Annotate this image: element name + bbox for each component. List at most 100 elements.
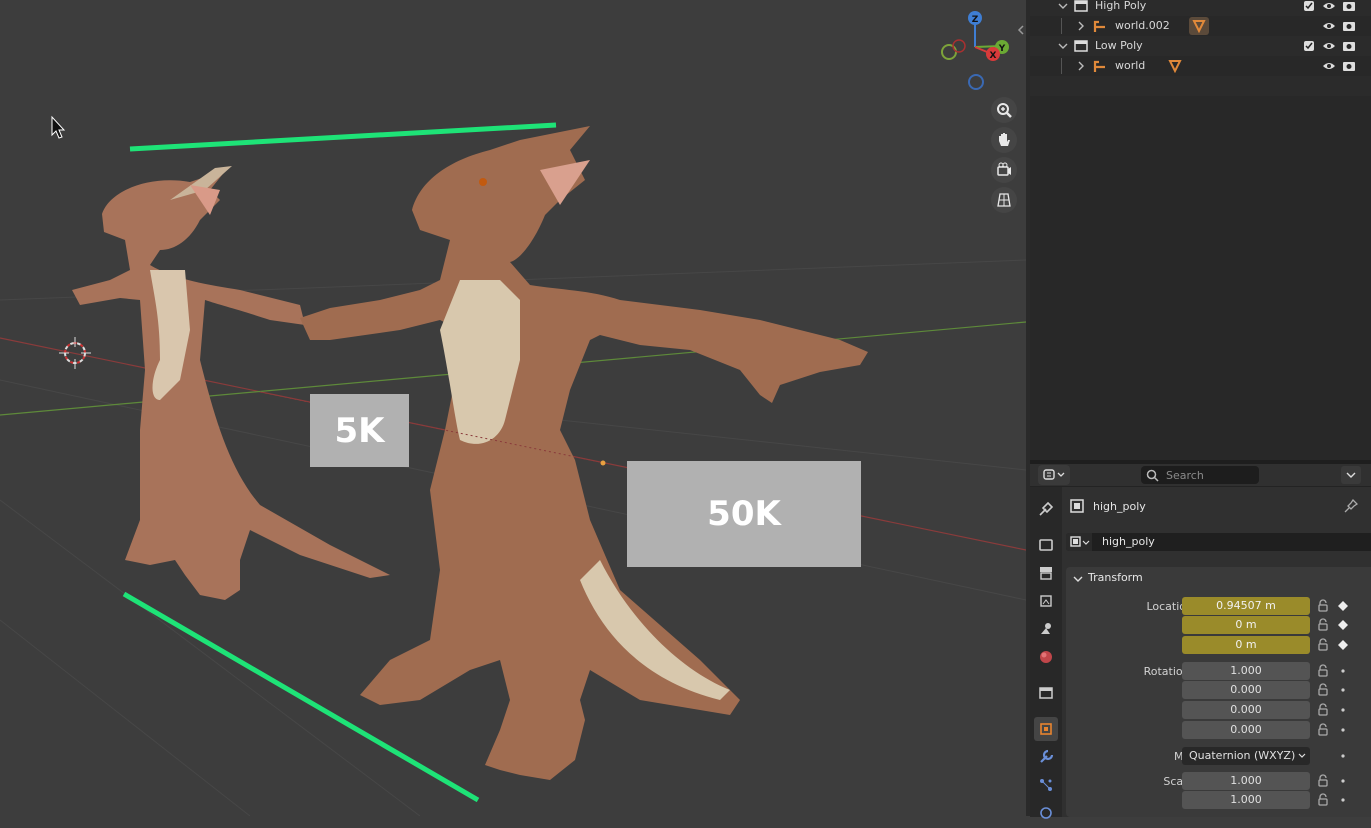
rotation-mode-dropdown[interactable]: Quaternion (WXYZ) <box>1182 747 1310 765</box>
grid-ortho-icon <box>997 193 1011 207</box>
keyframe-dot-icon[interactable] <box>1337 684 1349 696</box>
object-browse-icon <box>1070 536 1090 547</box>
tab-scene[interactable] <box>1034 617 1058 641</box>
scale-y-field[interactable]: 1.000 <box>1182 791 1310 809</box>
camera-view-button[interactable] <box>991 157 1017 183</box>
ortho-toggle-button[interactable] <box>991 187 1017 213</box>
search-placeholder: Search <box>1166 469 1204 482</box>
search-icon <box>1146 469 1159 482</box>
properties-editor: Search high_poly high_poly Transform Loc… <box>1030 464 1371 819</box>
lock-icon[interactable] <box>1317 683 1329 697</box>
eye-icon[interactable] <box>1322 60 1336 72</box>
low-poly-dragon <box>72 166 390 600</box>
tab-view-layer[interactable] <box>1034 589 1058 613</box>
search-input[interactable]: Search <box>1141 466 1259 484</box>
location-x-field[interactable]: 0.94507 m <box>1182 597 1310 615</box>
pan-button[interactable] <box>991 127 1017 153</box>
lock-icon[interactable] <box>1317 618 1329 632</box>
outliner-row-world-002[interactable]: world.002 <box>1030 16 1371 36</box>
lock-icon[interactable] <box>1317 664 1329 678</box>
location-y-field[interactable]: 0 m <box>1182 616 1310 634</box>
lock-icon[interactable] <box>1317 774 1329 788</box>
tab-output[interactable] <box>1034 561 1058 585</box>
object-icon <box>1070 499 1084 513</box>
zoom-button[interactable] <box>991 97 1017 123</box>
rotation-x-field[interactable]: 0.000 <box>1182 681 1310 699</box>
outliner-row-low-poly[interactable]: Low Poly <box>1030 36 1371 56</box>
collection-icon <box>1074 0 1088 12</box>
green-marker-line-top <box>129 122 557 152</box>
keyframe-dot-icon[interactable] <box>1337 794 1349 806</box>
3d-viewport[interactable]: Z Y X 5K 50K <box>0 0 1026 816</box>
gizmo-y-label: Y <box>998 44 1006 54</box>
render-camera-icon[interactable] <box>1342 39 1356 52</box>
datablock-browse-button[interactable] <box>1066 533 1092 551</box>
keyframe-diamond-icon[interactable] <box>1337 639 1349 651</box>
scale-x-field[interactable]: 1.000 <box>1182 772 1310 790</box>
tab-particles[interactable] <box>1034 773 1058 797</box>
checkbox-checked-icon[interactable] <box>1303 40 1315 52</box>
keyframe-dot-icon[interactable] <box>1337 704 1349 716</box>
collapse-arrow-icon[interactable] <box>1017 24 1025 36</box>
armature-data-icon[interactable] <box>1168 59 1182 73</box>
physics-icon <box>1040 807 1052 819</box>
keyframe-dot-icon[interactable] <box>1337 750 1349 762</box>
checkbox-checked-icon[interactable] <box>1303 0 1315 12</box>
lock-icon[interactable] <box>1317 793 1329 807</box>
expand-chevron-down-icon[interactable] <box>1058 1 1068 11</box>
zoom-icon <box>997 103 1012 118</box>
eye-icon[interactable] <box>1322 0 1336 12</box>
outliner-row-world[interactable]: world <box>1030 56 1371 76</box>
render-icon <box>1039 539 1053 551</box>
render-camera-icon[interactable] <box>1342 19 1356 32</box>
expand-chevron-down-icon[interactable] <box>1058 41 1068 51</box>
scene-icon <box>1041 623 1051 634</box>
transform-panel-header[interactable]: Transform <box>1066 567 1371 589</box>
render-camera-icon[interactable] <box>1342 0 1356 12</box>
keyframe-diamond-icon[interactable] <box>1337 600 1349 612</box>
editor-type-button[interactable] <box>1038 465 1070 485</box>
outliner-row-high-poly[interactable]: High Poly <box>1030 0 1371 16</box>
view-layer-icon <box>1040 595 1052 607</box>
tab-modifiers[interactable] <box>1034 745 1058 769</box>
particles-icon <box>1040 779 1052 791</box>
lock-icon[interactable] <box>1317 703 1329 717</box>
eye-icon[interactable] <box>1322 40 1336 52</box>
location-z-field[interactable]: 0 m <box>1182 636 1310 654</box>
options-dropdown-button[interactable] <box>1341 466 1361 484</box>
datablock-name: high_poly <box>1102 535 1155 548</box>
panel-expand-chevron-icon <box>1073 576 1083 582</box>
tool-icon <box>1039 501 1054 516</box>
object-datablock-field[interactable]: high_poly <box>1066 533 1371 551</box>
eye-icon[interactable] <box>1322 20 1336 32</box>
tab-world[interactable] <box>1034 645 1058 669</box>
rotation-w-field[interactable]: 1.000 <box>1182 662 1310 680</box>
tab-render[interactable] <box>1034 533 1058 557</box>
render-camera-icon[interactable] <box>1342 59 1356 72</box>
outliner-item-label: world.002 <box>1115 19 1170 32</box>
outliner-item-label: Low Poly <box>1095 39 1143 52</box>
pin-icon[interactable] <box>1344 499 1358 513</box>
lock-icon[interactable] <box>1317 599 1329 613</box>
expand-chevron-right-icon[interactable] <box>1076 21 1086 31</box>
object-name-label: high_poly <box>1093 500 1146 513</box>
lock-icon[interactable] <box>1317 723 1329 737</box>
tab-physics[interactable] <box>1034 801 1058 825</box>
keyframe-dot-icon[interactable] <box>1337 665 1349 677</box>
rotation-z-field[interactable]: 0.000 <box>1182 721 1310 739</box>
mouse-cursor-icon <box>51 115 66 139</box>
outliner-empty-row <box>1030 76 1371 96</box>
expand-chevron-right-icon[interactable] <box>1076 61 1086 71</box>
camera-icon <box>997 162 1011 176</box>
tab-object[interactable] <box>1034 717 1058 741</box>
lock-icon[interactable] <box>1317 638 1329 652</box>
tab-collection[interactable] <box>1034 681 1058 705</box>
collection-icon <box>1074 40 1088 52</box>
keyframe-diamond-icon[interactable] <box>1337 619 1349 631</box>
keyframe-dot-icon[interactable] <box>1337 724 1349 736</box>
keyframe-dot-icon[interactable] <box>1337 775 1349 787</box>
hand-pan-icon <box>999 133 1010 146</box>
tab-tool[interactable] <box>1034 497 1058 521</box>
rotation-y-field[interactable]: 0.000 <box>1182 701 1310 719</box>
armature-data-icon[interactable] <box>1192 19 1206 33</box>
